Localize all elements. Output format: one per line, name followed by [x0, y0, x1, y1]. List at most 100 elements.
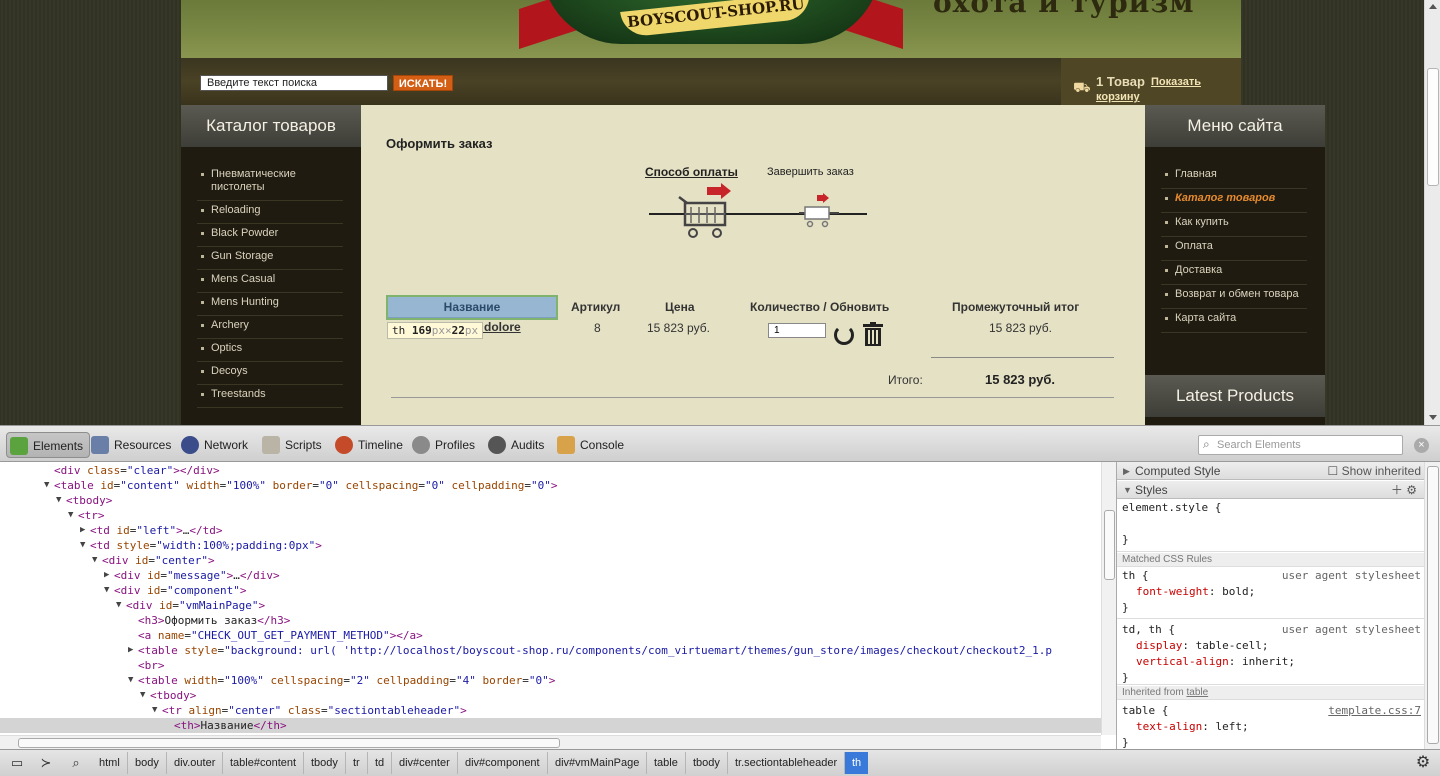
dom-node[interactable]: <div class="clear"></div>: [0, 463, 1101, 478]
breadcrumb-item[interactable]: tr.sectiontableheader: [728, 752, 846, 774]
dom-tree[interactable]: <div class="clear"></div> ▼ <table id="con…: [0, 462, 1101, 735]
dom-tree-hscrollbar[interactable]: [0, 735, 1101, 749]
show-inherited-checkbox[interactable]: ☐ Show inherited: [1328, 462, 1421, 480]
tab-scripts[interactable]: Scripts: [259, 432, 328, 458]
dom-node[interactable]: ▶ <td id="left">…</td>: [0, 523, 1101, 538]
th-name-highlighted[interactable]: Название: [386, 295, 558, 320]
element-style-rule[interactable]: element.style { }: [1117, 500, 1424, 552]
expanded-triangle-icon[interactable]: ▼: [80, 538, 85, 553]
refresh-icon[interactable]: [834, 325, 854, 345]
settings-gear-icon[interactable]: ⚙: [1412, 753, 1434, 773]
breadcrumb-item[interactable]: td: [368, 752, 393, 774]
breadcrumb-item[interactable]: div#center: [392, 752, 458, 774]
add-rule-icon[interactable]: ＋ ⚙: [1391, 481, 1417, 499]
inherited-element-link[interactable]: table: [1186, 687, 1208, 698]
dom-node[interactable]: <h3>Оформить заказ</h3>: [0, 613, 1101, 628]
trash-icon[interactable]: [862, 322, 884, 346]
catalog-item[interactable]: Reloading: [197, 201, 343, 224]
step-payment-method[interactable]: Способ оплаты: [645, 165, 738, 179]
styles-vscrollbar[interactable]: [1424, 462, 1440, 749]
expanded-triangle-icon[interactable]: ▼: [44, 478, 49, 493]
dom-node[interactable]: ▼ <tr>: [0, 508, 1101, 523]
breadcrumb-item[interactable]: div#vmMainPage: [548, 752, 648, 774]
search-button[interactable]: ИСКАТЬ!: [393, 75, 453, 91]
scroll-down-arrow[interactable]: [1429, 415, 1437, 420]
breadcrumb-item[interactable]: th: [845, 752, 869, 774]
console-toggle-icon[interactable]: ≻: [33, 753, 59, 773]
tab-network[interactable]: Network: [178, 432, 254, 458]
breadcrumb-item[interactable]: body: [128, 752, 167, 774]
expanded-triangle-icon[interactable]: ▼: [116, 598, 121, 613]
dom-node[interactable]: ▼ <div id="center">: [0, 553, 1101, 568]
tab-console[interactable]: Console: [554, 432, 630, 458]
menu-item[interactable]: Карта сайта: [1161, 309, 1307, 333]
expanded-triangle-icon[interactable]: ▼: [128, 673, 133, 688]
show-cart-link-2[interactable]: корзину: [1096, 91, 1140, 103]
menu-item[interactable]: Как купить: [1161, 213, 1307, 237]
search-input[interactable]: Введите текст поиска: [200, 75, 388, 91]
dom-node[interactable]: ▼ <td style="width:100%;padding:0px">: [0, 538, 1101, 553]
dom-node[interactable]: ▼ <table id="content" width="100%" border…: [0, 478, 1101, 493]
catalog-item[interactable]: Archery: [197, 316, 343, 339]
catalog-item[interactable]: Black Powder: [197, 224, 343, 247]
dom-node[interactable]: ▼ <tbody>: [0, 493, 1101, 508]
dom-node[interactable]: <th>Название</th>: [0, 718, 1101, 733]
inspect-search-icon[interactable]: ⌕: [63, 753, 89, 773]
tab-elements[interactable]: Elements: [6, 432, 91, 458]
collapsed-triangle-icon[interactable]: ▶: [80, 523, 85, 538]
breadcrumb-item[interactable]: table: [647, 752, 686, 774]
tab-timeline[interactable]: Timeline: [332, 432, 409, 458]
computed-style-header[interactable]: Computed Style ☐ Show inherited: [1117, 462, 1424, 480]
scrollbar-thumb[interactable]: [1427, 466, 1439, 744]
breadcrumb-item[interactable]: div#component: [458, 752, 548, 774]
catalog-item[interactable]: Optics: [197, 339, 343, 362]
dock-icon[interactable]: ▭: [4, 753, 30, 773]
tab-resources[interactable]: Resources: [88, 432, 177, 458]
dom-node[interactable]: ▼ <tr align="center" class="sectiontableh…: [0, 703, 1101, 718]
tab-audits[interactable]: Audits: [485, 432, 550, 458]
scrollbar-thumb[interactable]: [1427, 68, 1439, 186]
catalog-item[interactable]: Decoys: [197, 362, 343, 385]
expanded-triangle-icon[interactable]: ▼: [152, 703, 157, 718]
catalog-item[interactable]: Mens Hunting: [197, 293, 343, 316]
show-cart-link[interactable]: Показать: [1151, 76, 1201, 88]
scrollbar-thumb[interactable]: [1104, 510, 1115, 580]
dom-node[interactable]: <a name="CHECK_OUT_GET_PAYMENT_METHOD"><…: [0, 628, 1101, 643]
menu-item[interactable]: Возврат и обмен товара: [1161, 285, 1307, 309]
dom-node[interactable]: ▼ <div id="vmMainPage">: [0, 598, 1101, 613]
dom-tree-vscrollbar[interactable]: [1101, 462, 1116, 735]
expanded-triangle-icon[interactable]: ▼: [140, 688, 145, 703]
dom-node[interactable]: <br>: [0, 658, 1101, 673]
catalog-item[interactable]: Treestands: [197, 385, 343, 408]
scrollbar-thumb[interactable]: [18, 738, 560, 748]
dom-node[interactable]: ▼ <tbody>: [0, 688, 1101, 703]
menu-item[interactable]: Оплата: [1161, 237, 1307, 261]
styles-header[interactable]: Styles ＋ ⚙: [1117, 481, 1424, 499]
expanded-triangle-icon[interactable]: ▼: [104, 583, 109, 598]
quantity-input[interactable]: 1: [768, 323, 826, 338]
dom-node[interactable]: ▼ <div id="component">: [0, 583, 1101, 598]
td-th-rule[interactable]: td, th {user agent stylesheet display: t…: [1117, 619, 1424, 685]
breadcrumb-item[interactable]: tbody: [304, 752, 346, 774]
breadcrumb-item[interactable]: tbody: [686, 752, 728, 774]
expanded-triangle-icon[interactable]: ▼: [68, 508, 73, 523]
catalog-item[interactable]: Gun Storage: [197, 247, 343, 270]
breadcrumb-item[interactable]: html: [92, 752, 128, 774]
scroll-up-arrow[interactable]: [1429, 4, 1437, 9]
catalog-item[interactable]: Пневматические пистолеты: [197, 165, 343, 201]
dom-node[interactable]: ▶ <table style="background: url( 'http://…: [0, 643, 1101, 658]
catalog-item[interactable]: Mens Casual: [197, 270, 343, 293]
tab-profiles[interactable]: Profiles: [409, 432, 481, 458]
menu-item[interactable]: Доставка: [1161, 261, 1307, 285]
expanded-triangle-icon[interactable]: ▼: [92, 553, 97, 568]
menu-item[interactable]: Главная: [1161, 165, 1307, 189]
collapsed-triangle-icon[interactable]: ▶: [104, 568, 109, 583]
page-scrollbar[interactable]: [1424, 0, 1440, 425]
breadcrumb-item[interactable]: tr: [346, 752, 368, 774]
dom-node[interactable]: ▼ <table width="100%" cellspacing="2" cel…: [0, 673, 1101, 688]
th-rule[interactable]: th {user agent stylesheet font-weight: b…: [1117, 568, 1424, 619]
table-rule[interactable]: table {template.css:7 text-align: left; …: [1117, 701, 1424, 749]
expanded-triangle-icon[interactable]: ▼: [56, 493, 61, 508]
menu-item-active[interactable]: Каталог товаров: [1161, 189, 1307, 213]
collapsed-triangle-icon[interactable]: ▶: [128, 643, 133, 658]
